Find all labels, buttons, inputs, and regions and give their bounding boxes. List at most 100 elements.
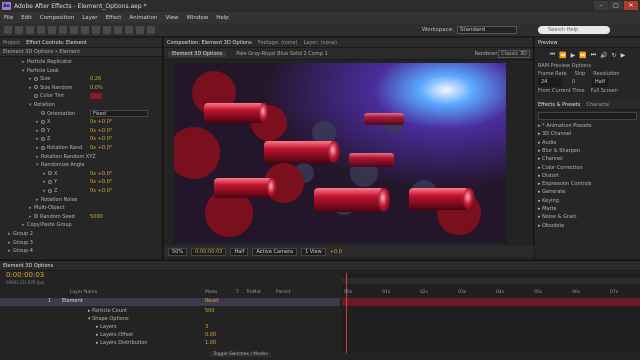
- stopwatch-icon[interactable]: [41, 128, 45, 133]
- toggle-switches-modes[interactable]: Toggle Switches / Modes: [210, 352, 271, 357]
- effect-property-row[interactable]: ▸ Copy/Paste Group: [22, 221, 72, 229]
- effect-category-item[interactable]: ▸ 3D Channel: [538, 130, 571, 138]
- effect-property-row[interactable]: ▸ Multi-Object: [29, 204, 64, 212]
- prev-frame-icon[interactable]: ⏪: [559, 52, 566, 59]
- eraser-tool-icon[interactable]: [125, 26, 133, 34]
- color-swatch[interactable]: [90, 93, 102, 100]
- col-t[interactable]: T: [236, 290, 239, 295]
- subtab-element-3d-options[interactable]: Element 3D Options: [168, 50, 227, 57]
- effect-property-value[interactable]: 0.26: [90, 75, 101, 83]
- menu-animation[interactable]: Animation: [125, 15, 161, 21]
- stopwatch-icon[interactable]: [41, 145, 45, 150]
- effect-property-value[interactable]: 0x +0.0°: [90, 127, 112, 135]
- search-help-input[interactable]: Search Help: [538, 26, 610, 34]
- effect-property-value[interactable]: 5000: [90, 213, 103, 221]
- last-frame-icon[interactable]: ⏭: [591, 51, 596, 59]
- effect-property-row[interactable]: ▸ Size: [29, 75, 50, 83]
- effect-property-row[interactable]: ▸ Rotation Random XYZ: [36, 153, 96, 161]
- effect-property-row[interactable]: ▸ Y: [43, 178, 57, 186]
- menu-effect[interactable]: Effect: [102, 15, 126, 21]
- maximize-button[interactable]: □: [609, 1, 623, 10]
- effect-property-value[interactable]: Fixed: [90, 109, 148, 117]
- effect-property-row[interactable]: ▸ Random Seed: [29, 213, 75, 221]
- loop-icon[interactable]: ↻: [612, 52, 617, 59]
- composition-viewer[interactable]: [174, 63, 506, 243]
- effect-property-row[interactable]: Orientation: [36, 110, 75, 118]
- timeline-timecode[interactable]: 0:00:00:03: [6, 271, 44, 279]
- effect-category-item[interactable]: ▸ Expression Controls: [538, 180, 592, 188]
- audio-icon[interactable]: 🔊: [600, 52, 607, 59]
- timeline-property-value[interactable]: 1.00: [205, 340, 216, 347]
- effect-category-item[interactable]: ▸ * Animation Presets: [538, 122, 591, 130]
- resolution-dropdown[interactable]: Half: [230, 247, 249, 256]
- tab-character[interactable]: Characte: [583, 102, 612, 108]
- effect-category-item[interactable]: ▸ Matte: [538, 205, 556, 213]
- menu-edit[interactable]: Edit: [17, 15, 36, 21]
- effect-property-row[interactable]: ▸ Group 4: [8, 247, 33, 255]
- col-mode[interactable]: Mode: [205, 290, 217, 295]
- effect-property-row[interactable]: ▸ Size Random: [29, 84, 73, 92]
- camera-tool-icon[interactable]: [48, 26, 56, 34]
- timeline-property-value[interactable]: 0.00: [205, 332, 216, 339]
- col-parent[interactable]: Parent: [276, 290, 290, 295]
- stopwatch-icon[interactable]: [41, 119, 45, 124]
- next-frame-icon[interactable]: ⏩: [579, 52, 586, 59]
- layer-reset[interactable]: Reset: [205, 298, 219, 304]
- puppet-tool-icon[interactable]: [147, 26, 155, 34]
- menu-composition[interactable]: Composition: [36, 15, 78, 21]
- timeline-property-value[interactable]: 500: [205, 308, 215, 315]
- stopwatch-icon[interactable]: [48, 171, 52, 176]
- playhead[interactable]: [346, 273, 347, 353]
- effect-property-value[interactable]: 0x +0.0°: [90, 170, 112, 178]
- effect-category-item[interactable]: ▸ Keying: [538, 197, 559, 205]
- play-icon[interactable]: ▶: [571, 52, 576, 59]
- hand-tool-icon[interactable]: [15, 26, 23, 34]
- effects-search-input[interactable]: [538, 112, 637, 120]
- menu-file[interactable]: File: [0, 15, 17, 21]
- camera-dropdown[interactable]: Active Camera: [252, 247, 298, 256]
- effect-property-row[interactable]: ▸ Particle Replicator: [22, 58, 72, 66]
- effect-property-row[interactable]: ▸ Z: [36, 135, 50, 143]
- subtab-solid-comp[interactable]: Pale Gray-Royal Blue Solid 2 Comp 1: [232, 51, 331, 57]
- skip-value[interactable]: 0: [572, 78, 582, 87]
- menu-help[interactable]: Help: [212, 15, 233, 21]
- timeline-property-row[interactable]: ▸ Particle Count: [88, 308, 127, 315]
- effect-property-row[interactable]: ▸ X: [43, 170, 57, 178]
- rotate-tool-icon[interactable]: [37, 26, 45, 34]
- full-screen-checkbox[interactable]: Full Screen: [591, 87, 618, 96]
- zoom-dropdown[interactable]: 50%: [168, 247, 188, 256]
- tab-timeline-comp[interactable]: Element 3D Options: [0, 263, 56, 269]
- stopwatch-icon[interactable]: [34, 214, 38, 219]
- effect-category-item[interactable]: ▸ Obsolete: [538, 222, 564, 230]
- col-layer-name[interactable]: Layer Name: [70, 290, 97, 295]
- tab-preview[interactable]: Preview: [535, 40, 560, 46]
- effect-property-value[interactable]: 0x +0.0°: [90, 178, 112, 186]
- timeline-property-row[interactable]: ▸ Layers Offset: [96, 332, 133, 339]
- from-current-time-checkbox[interactable]: From Current Time: [538, 87, 585, 96]
- effect-property-row[interactable]: ▸ Group 2: [8, 230, 33, 238]
- tab-project[interactable]: Project: [0, 40, 23, 46]
- minimize-button[interactable]: –: [594, 1, 608, 10]
- effect-property-row[interactable]: Color Tint: [29, 92, 64, 100]
- stopwatch-icon[interactable]: [34, 93, 38, 98]
- tab-effect-controls[interactable]: Effect Controls: Element: [23, 40, 90, 46]
- pen-tool-icon[interactable]: [81, 26, 89, 34]
- effect-property-row[interactable]: ▸ Rotation Rand: [36, 144, 82, 152]
- effect-property-value[interactable]: 0x +0.0°: [90, 118, 112, 126]
- clone-tool-icon[interactable]: [114, 26, 122, 34]
- menu-window[interactable]: Window: [183, 15, 213, 21]
- tab-effects-presets[interactable]: Effects & Presets: [535, 102, 583, 108]
- effect-property-value[interactable]: 0x +0.0°: [90, 135, 112, 143]
- tab-layer[interactable]: Layer: (none): [300, 40, 340, 46]
- views-dropdown[interactable]: 1 View: [301, 247, 326, 256]
- roto-brush-tool-icon[interactable]: [136, 26, 144, 34]
- effect-category-item[interactable]: ▸ Distort: [538, 172, 559, 180]
- timeline-property-row[interactable]: ▸ Layers: [96, 324, 117, 331]
- resolution-dropdown-preview[interactable]: Half: [592, 78, 608, 87]
- brush-tool-icon[interactable]: [103, 26, 111, 34]
- first-frame-icon[interactable]: ⏮: [550, 51, 555, 59]
- mask-tool-icon[interactable]: [70, 26, 78, 34]
- effect-category-item[interactable]: ▸ Channel: [538, 155, 563, 163]
- ram-preview-icon[interactable]: ▶: [621, 52, 626, 59]
- time-graph[interactable]: 00s 01s 02s 03s 04s 05s 06s 07s: [342, 273, 640, 353]
